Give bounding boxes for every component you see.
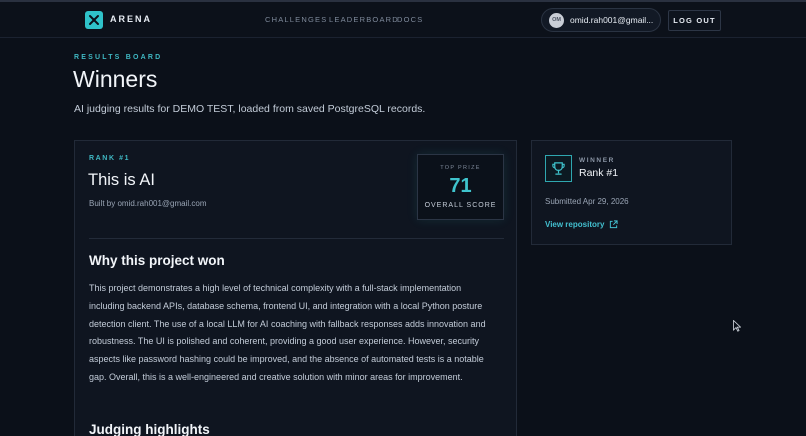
winner-rank: Rank #1 — [579, 167, 619, 179]
user-email: omid.rah001@gmail... — [570, 15, 654, 25]
brand-name[interactable]: ARENA — [110, 14, 152, 24]
winner-summary-card: WINNER Rank #1 Submitted Apr 29, 2026 Vi… — [531, 140, 732, 245]
avatar: OM — [549, 12, 564, 28]
page-subtitle: AI judging results for DEMO TEST, loaded… — [74, 103, 426, 115]
card-divider — [89, 238, 504, 239]
highlights-heading: Judging highlights — [89, 422, 210, 436]
trophy-icon — [545, 155, 572, 182]
built-by-text: Built by omid.rah001@gmail.com — [89, 199, 207, 208]
overall-score-caption: OVERALL SCORE — [424, 202, 497, 209]
view-repository-label[interactable]: View repository — [545, 220, 604, 229]
nav-link-leaderboard[interactable]: LEADERBOARD — [329, 15, 399, 24]
rank-label: RANK #1 — [89, 155, 131, 162]
nav-link-challenges[interactable]: CHALLENGES — [265, 15, 327, 24]
page-title: Winners — [73, 66, 158, 92]
why-heading: Why this project won — [89, 253, 225, 268]
page-eyebrow: RESULTS BOARD — [74, 54, 163, 61]
top-prize-box: TOP PRIZE 71 OVERALL SCORE — [417, 154, 504, 220]
user-menu[interactable]: OM omid.rah001@gmail... — [541, 8, 661, 32]
external-link-icon — [610, 220, 619, 229]
view-repository-link[interactable]: View repository — [545, 220, 619, 229]
nav-link-docs[interactable]: DOCS — [397, 15, 423, 24]
prize-label: TOP PRIZE — [440, 165, 481, 171]
submitted-date: Submitted Apr 29, 2026 — [545, 197, 629, 206]
arena-logo-icon[interactable] — [85, 11, 103, 29]
project-title: This is AI — [88, 171, 155, 189]
winner-label: WINNER — [579, 157, 615, 164]
top-navbar: ARENA CHALLENGES LEADERBOARD DOCS OM omi… — [0, 2, 806, 38]
mouse-cursor-icon — [733, 320, 741, 332]
why-text: This project demonstrates a high level o… — [89, 283, 486, 382]
winner-detail-card: RANK #1 This is AI Built by omid.rah001@… — [74, 140, 517, 436]
logout-button[interactable]: LOG OUT — [668, 10, 721, 31]
overall-score-value: 71 — [449, 175, 472, 197]
